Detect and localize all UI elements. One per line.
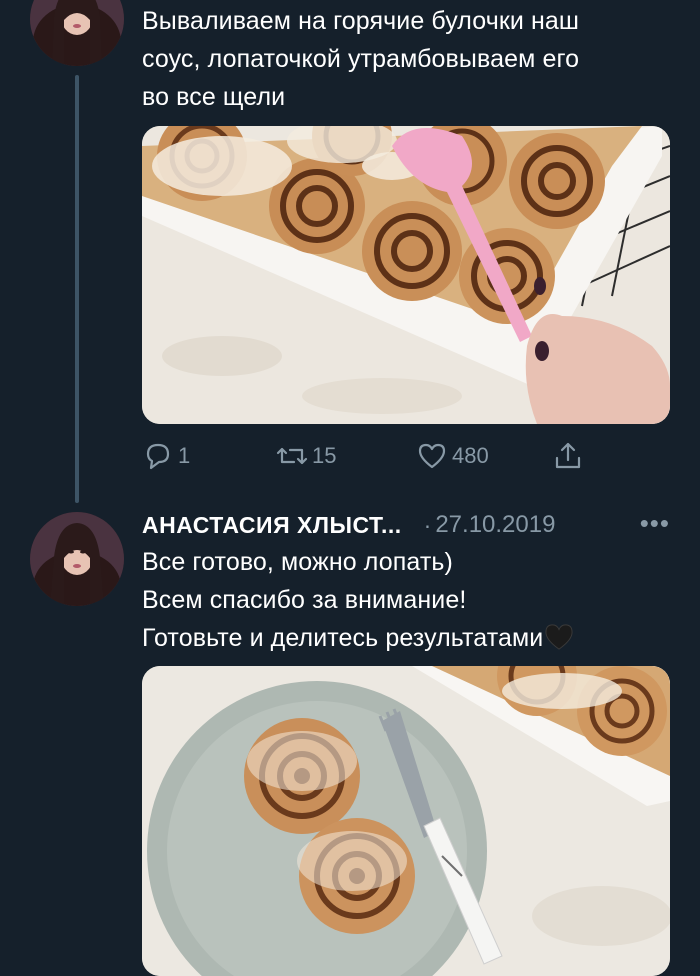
reply-icon (146, 443, 170, 470)
avatar[interactable] (30, 0, 124, 66)
tweet-text-line: Всем спасибо за внимание! (142, 586, 467, 614)
author-name[interactable]: АНАСТАСИЯ ХЛЫСТ... (142, 512, 402, 539)
share-button[interactable] (552, 438, 584, 474)
tweet-text-line-content: Готовьте и делитесь результатами (142, 624, 544, 652)
share-icon (555, 442, 581, 469)
tweet-text-line: Вываливаем на горячие булочки наш (142, 7, 580, 35)
more-options-button[interactable]: ••• (640, 508, 670, 539)
tweet-text: Все готово, можно лопать) Всем спасибо з… (142, 543, 574, 657)
like-button[interactable]: 480 (416, 438, 489, 474)
reply-button[interactable]: 1 (142, 438, 190, 474)
thread-connector-line (75, 75, 79, 503)
tweet-date[interactable]: 27.10.2019 (435, 511, 555, 539)
tweet-header: АНАСТАСИЯ ХЛЫСТ... · 27.10.2019 ••• (142, 508, 682, 542)
tweet-text-line: Все готово, можно лопать) (142, 548, 453, 576)
tweet-actions: 1 15 480 (142, 438, 602, 474)
tweet-image[interactable] (142, 126, 670, 424)
tweet-text-line: Готовьте и делитесь результатами (142, 619, 574, 657)
reply-count: 1 (178, 443, 191, 468)
tweet-text-line: соус, лопаточкой утрамбовываем его (142, 45, 580, 73)
tweet-text-line: во все щели (142, 83, 286, 111)
tweet-text: Вываливаем на горячие булочки наш соус, … (142, 2, 579, 116)
retweet-count: 15 (312, 443, 337, 468)
tweet-image[interactable] (142, 666, 670, 976)
retweet-button[interactable]: 15 (276, 438, 336, 474)
retweet-icon (276, 447, 308, 465)
black-heart-icon (545, 624, 573, 650)
like-count: 480 (452, 443, 489, 468)
avatar[interactable] (30, 512, 124, 606)
separator-dot: · (423, 511, 432, 538)
heart-icon (418, 443, 446, 469)
